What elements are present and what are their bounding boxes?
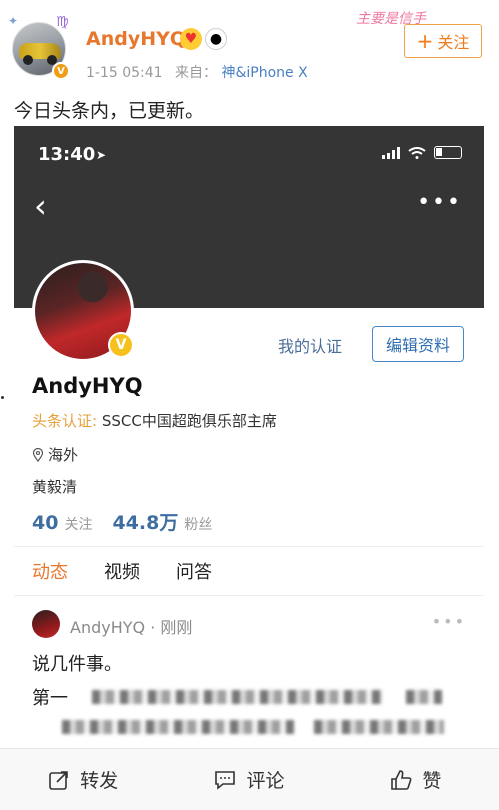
repost-icon [49,770,68,790]
embedded-screenshot[interactable]: 13:40 ➤ ‹ ••• V 我的认证 编辑资料 AndyHYQ 头条认证: … [14,126,484,746]
follow-button[interactable]: + 关注 [404,24,482,58]
thumbs-up-icon [391,769,412,790]
tab-video[interactable]: 视频 [104,558,140,584]
feed-user: AndyHYQ · 刚刚 [70,618,193,637]
tab-qa[interactable]: 问答 [176,558,212,584]
signal-icon [382,146,400,159]
repost-label: 转发 [80,770,119,792]
back-arrow-icon[interactable]: ‹ [34,190,47,222]
plus-icon: + [416,29,434,53]
repost-button[interactable]: 转发 [0,766,166,793]
feed-item[interactable]: AndyHYQ · 刚刚 ••• 说几件事。 第一 [14,606,484,746]
source-prefix: 来自： [175,65,218,81]
status-icons [382,146,462,159]
post-text: 今日头条内，已更新。 [14,100,205,122]
blurred-text [62,720,294,734]
stray-dot [1,396,4,399]
heart-eyes-emoji-icon: ♥ [180,28,202,50]
sparkle-icon: ✦ [8,14,19,28]
status-time: 13:40 [38,144,96,165]
my-cert-link[interactable]: 我的认证 [278,333,342,357]
feed-line-1: 说几件事。 [32,654,122,675]
post-time: 1-15 05:41 [86,65,163,81]
following-label: 关注 [64,517,93,533]
action-bar: 转发 评论 赞 [0,748,499,810]
feed-more-icon[interactable]: ••• [432,612,466,631]
wifi-icon [408,146,426,159]
blurred-text [314,720,444,734]
feed-line-2-prefix: 第一 [32,688,68,709]
profile-stats: 40 关注 44.8万 粉丝 [32,508,226,535]
more-options-icon[interactable]: ••• [417,190,462,215]
author-avatar[interactable]: V [12,22,70,80]
location-line: 海外 [32,444,78,465]
cert-line: 头条认证: SSCC中国超跑俱乐部主席 [32,410,277,431]
location-arrow-icon: ➤ [96,148,107,162]
comment-icon [215,770,236,790]
blurred-text [92,690,382,704]
edit-profile-button[interactable]: 编辑资料 [372,326,464,362]
follow-label: 关注 [437,33,470,52]
panda-emoji-icon: ● [205,28,227,50]
verified-badge-icon: V [52,62,70,80]
cert-label: 头条认证: [32,412,98,430]
profile-name: AndyHYQ [32,374,143,398]
battery-icon [434,146,462,159]
like-label: 赞 [422,770,442,792]
location-pin-icon [32,447,44,462]
verified-v-icon: V [108,332,134,358]
tab-dynamic[interactable]: 动态 [32,558,68,584]
post-meta: 1-15 05:41 来自： 神&iPhone X [86,62,308,82]
followers-count[interactable]: 44.8万 [112,508,178,535]
feed-avatar[interactable] [32,610,60,638]
like-button[interactable]: 赞 [333,766,499,793]
following-count[interactable]: 40 [32,512,58,534]
cert-text: SSCC中国超跑俱乐部主席 [101,412,277,430]
zodiac-icon: ♍ [56,14,69,30]
comment-label: 评论 [246,770,285,792]
post-source-link[interactable]: 神&iPhone X [221,65,307,81]
comment-button[interactable]: 评论 [166,766,332,793]
post-header: V ✦ ♍ AndyHYQ ♥ ● 1-15 05:41 来自： 神&iPhon… [0,0,499,92]
author-name[interactable]: AndyHYQ [86,28,186,50]
bio-text: 黄毅清 [32,478,78,496]
blurred-text [406,690,442,704]
profile-tabs: 动态 视频 问答 [14,546,484,596]
followers-label: 粉丝 [184,517,213,533]
location-text: 海外 [48,446,79,464]
